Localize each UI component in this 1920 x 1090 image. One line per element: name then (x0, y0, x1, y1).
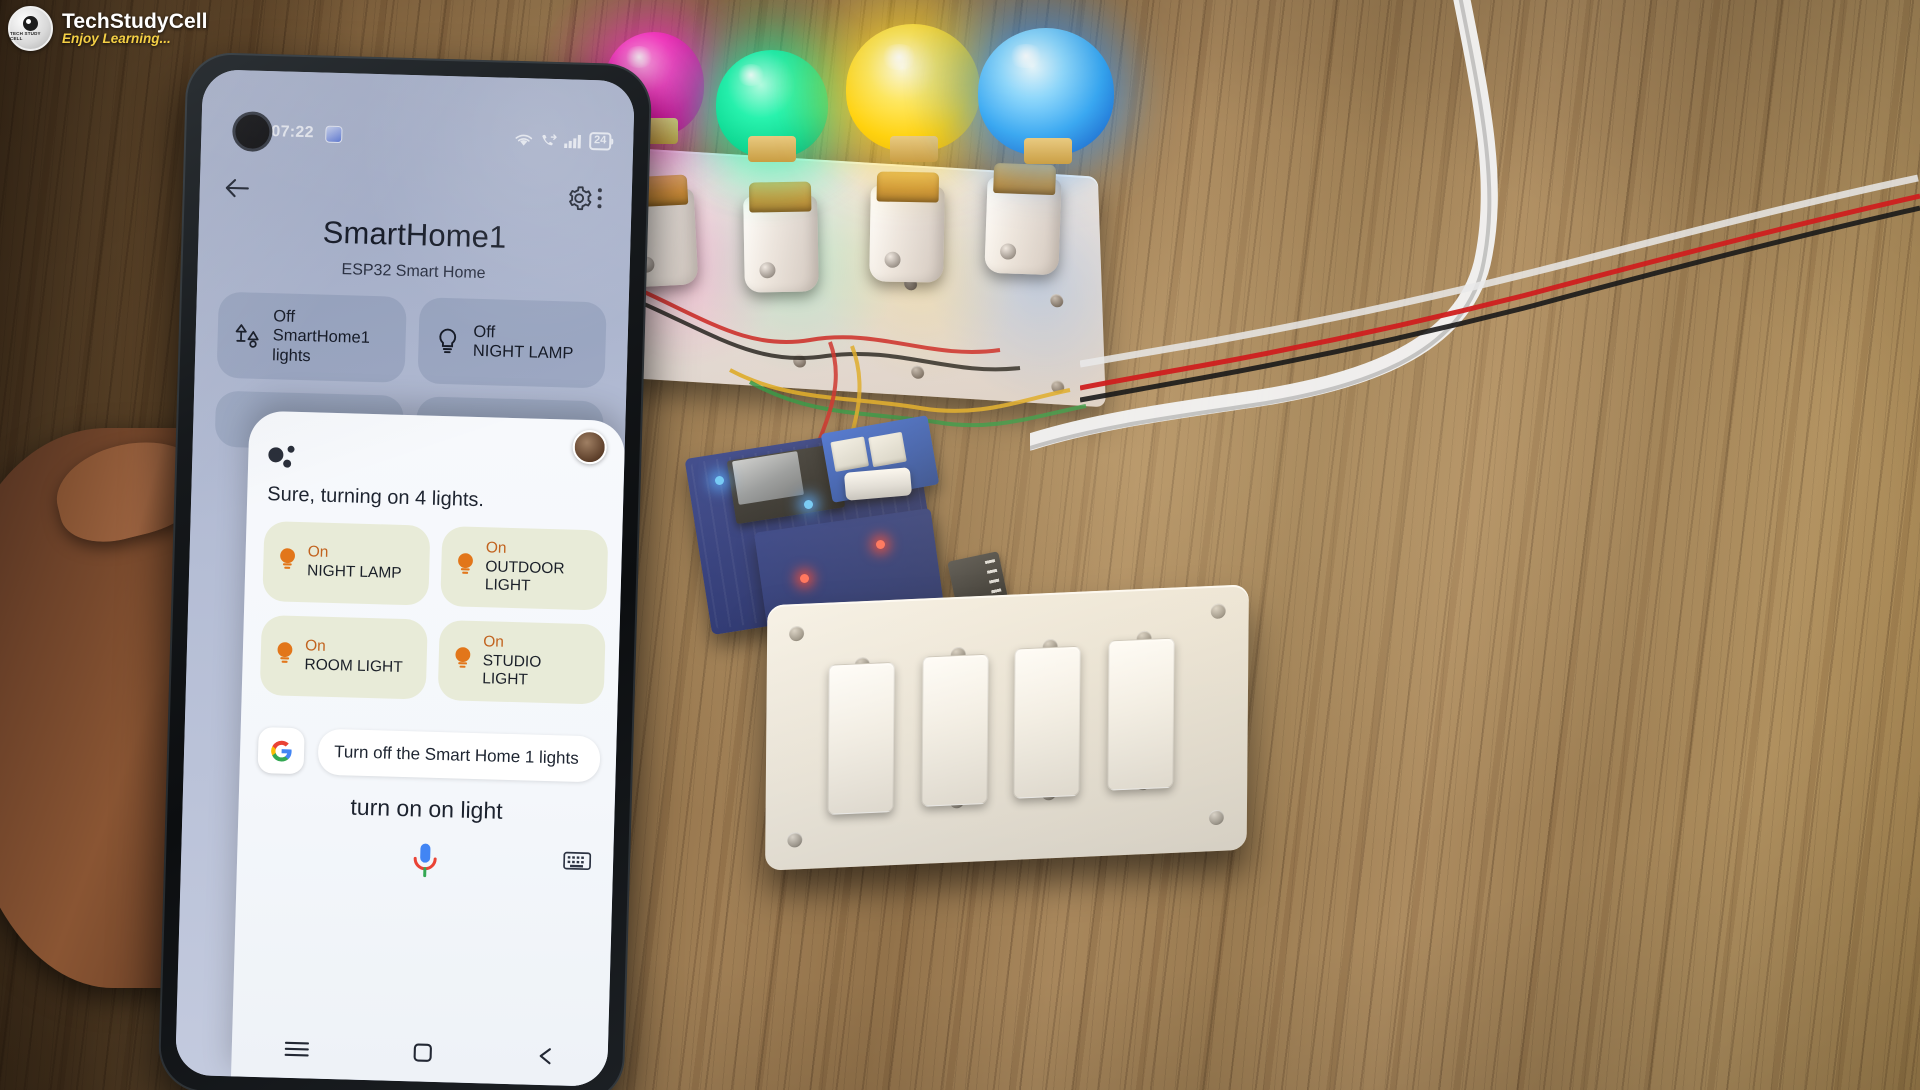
assistant-dots-icon (268, 445, 299, 470)
back-arrow-icon[interactable] (224, 177, 251, 200)
channel-logo-badge: TECH STUDY CELL (8, 6, 53, 51)
phone-screen[interactable]: 07:22 24 SmartHome1 ESP32 Smart Home Off… (175, 69, 635, 1087)
app-notification-icon (325, 125, 344, 143)
mains-wire-pair (1080, 174, 1920, 403)
cellular-signal-icon (563, 134, 581, 148)
keyboard-icon[interactable] (563, 850, 592, 873)
light-card-name: OUTDOOR LIGHT (484, 557, 565, 595)
light-card-text: On NIGHT LAMP (307, 544, 402, 584)
battery-indicator: 24 (588, 131, 612, 151)
light-card-text: On STUDIO LIGHT (482, 633, 592, 692)
android-nav-bar (231, 1022, 608, 1086)
wifi-icon (515, 134, 532, 146)
status-icons: 24 (514, 130, 612, 151)
channel-name: TechStudyCell (62, 9, 208, 33)
light-card-night-lamp[interactable]: On NIGHT LAMP (262, 521, 431, 606)
device-tile-text: Off NIGHT LAMP (473, 322, 575, 364)
light-result-cards: On NIGHT LAMP On OUTDOOR LIGHT On ROOM L… (259, 521, 609, 705)
avatar[interactable] (572, 429, 608, 465)
suggestion-chip[interactable]: Turn off the Smart Home 1 lights (317, 728, 601, 783)
channel-watermark: TECH STUDY CELL TechStudyCell Enjoy Lear… (8, 6, 208, 51)
light-card-studio-light[interactable]: On STUDIO LIGHT (437, 619, 606, 705)
lamp-group-icon (231, 321, 262, 350)
screenshot-scene: 07:22 24 SmartHome1 ESP32 Smart Home Off… (0, 0, 1920, 1090)
status-clock: 07:22 (271, 123, 315, 142)
bulb-filled-icon (455, 551, 476, 583)
gear-icon[interactable] (566, 185, 592, 211)
google-g-icon[interactable] (257, 726, 305, 775)
suggestion-row: Turn off the Smart Home 1 lights (257, 726, 601, 783)
channel-name-block: TechStudyCell Enjoy Learning... (62, 9, 208, 47)
light-card-name: NIGHT LAMP (306, 562, 402, 582)
light-card-text: On ROOM LIGHT (304, 638, 403, 678)
call-forward-icon (541, 133, 557, 145)
channel-tagline: Enjoy Learning... (62, 31, 171, 47)
device-tile-name: SmartHome1 lights (271, 326, 371, 366)
home-square-icon[interactable] (412, 1042, 433, 1068)
logo-lens-icon (23, 16, 38, 31)
microphone-icon[interactable] (407, 839, 442, 884)
bulb-filled-icon (277, 546, 298, 578)
logo-badge-text: TECH STUDY CELL (10, 31, 41, 41)
back-triangle-icon[interactable] (536, 1045, 557, 1071)
assistant-input-row (236, 834, 613, 896)
assistant-transcript: turn on on light (350, 793, 503, 824)
assistant-reply-text: Sure, turning on 4 lights. (266, 483, 485, 512)
light-card-outdoor-light[interactable]: On OUTDOOR LIGHT (440, 526, 609, 611)
bulb-outline-icon (432, 327, 463, 356)
more-vertical-icon[interactable] (591, 187, 608, 209)
light-card-name: ROOM LIGHT (304, 656, 403, 676)
light-card-text: On OUTDOOR LIGHT (485, 539, 595, 598)
device-tile-name: NIGHT LAMP (472, 341, 574, 363)
light-card-room-light[interactable]: On ROOM LIGHT (259, 615, 428, 700)
google-assistant-panel: Sure, turning on 4 lights. On NIGHT LAMP… (231, 410, 626, 1087)
bulb-filled-icon (452, 645, 473, 677)
device-tile-smarthome1-lights[interactable]: Off SmartHome1 lights (216, 291, 407, 383)
recents-icon[interactable] (283, 1039, 310, 1063)
bulb-filled-icon (274, 640, 295, 672)
topbar-spacer (250, 189, 566, 198)
device-tile-night-lamp[interactable]: Off NIGHT LAMP (416, 297, 607, 389)
light-card-name: STUDIO LIGHT (481, 651, 542, 689)
device-tile-text: Off SmartHome1 lights (272, 307, 392, 369)
smartphone[interactable]: 07:22 24 SmartHome1 ESP32 Smart Home Off… (157, 51, 653, 1090)
